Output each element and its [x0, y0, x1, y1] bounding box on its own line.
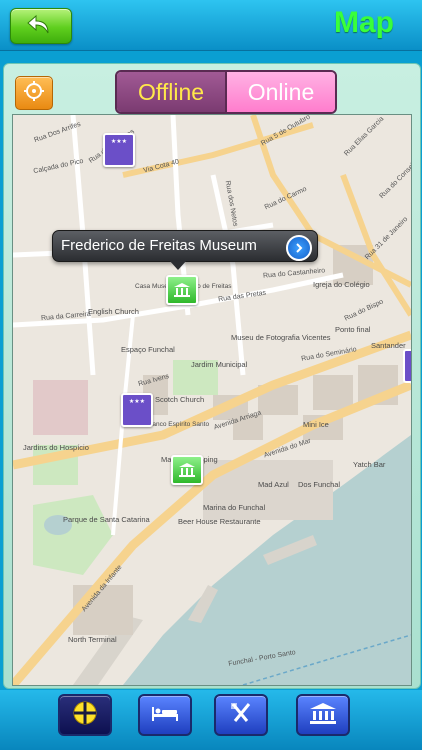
- place-label: Ponto final: [335, 325, 371, 334]
- callout-title: Frederico de Freitas Museum: [61, 237, 257, 254]
- place-label: Mad Azul: [258, 480, 289, 489]
- hotel-marker[interactable]: [403, 349, 411, 383]
- place-label: Museu de Fotografia Vicentes: [231, 333, 331, 342]
- place-label: North Terminal: [68, 635, 117, 644]
- bed-icon: [150, 703, 180, 728]
- callout-tail: [169, 260, 187, 270]
- page-title: Map: [334, 6, 394, 39]
- museum-marker[interactable]: [171, 455, 203, 485]
- place-label: Espaço Funchal: [121, 345, 175, 354]
- offline-tab[interactable]: Offline: [117, 72, 225, 112]
- building-block: [313, 375, 353, 410]
- map-view[interactable]: Rua Dos Arrifes Calçada do Pico Rua dos …: [12, 114, 412, 686]
- place-label: Scotch Church: [155, 395, 205, 404]
- place-label: Yatch Bar: [353, 460, 386, 469]
- compass-button[interactable]: [58, 694, 112, 736]
- restaurant-filter-button[interactable]: [214, 694, 268, 736]
- map-canvas: [13, 115, 411, 685]
- hotel-icon: ★★★: [128, 399, 146, 405]
- place-label: Jardim Municipal: [191, 360, 248, 369]
- place-label: Mini Ice: [303, 420, 329, 429]
- hotel-marker[interactable]: ★★★: [103, 133, 135, 167]
- museum-icon: [178, 462, 196, 478]
- back-arrow-icon: [26, 13, 56, 40]
- place-label: Jardins do Hospício: [23, 443, 89, 452]
- park-santa-catarina: [33, 495, 113, 575]
- museum-icon: [308, 701, 338, 730]
- locate-button[interactable]: [15, 76, 53, 110]
- place-callout[interactable]: Frederico de Freitas Museum: [52, 230, 318, 262]
- building-block: [33, 380, 88, 435]
- hotel-icon: ★★★: [110, 139, 128, 145]
- place-label: Dos Funchal: [298, 480, 341, 489]
- place-label: Beer House Restaurante: [178, 517, 261, 526]
- place-label: Parque de Santa Catarina: [63, 515, 150, 524]
- fork-knife-icon: [229, 701, 253, 730]
- place-label: Santander: [371, 341, 406, 350]
- hotel-marker[interactable]: ★★★: [121, 393, 153, 427]
- target-icon: [23, 80, 45, 107]
- online-tab[interactable]: Online: [225, 72, 335, 112]
- museum-icon: [173, 282, 191, 298]
- back-button[interactable]: [10, 8, 72, 44]
- museum-marker[interactable]: [166, 275, 198, 305]
- place-label: Marina do Funchal: [203, 503, 266, 512]
- hotel-filter-button[interactable]: [138, 694, 192, 736]
- mode-segmented-control: Offline Online: [115, 70, 337, 114]
- place-label: Banco Espírito Santo: [148, 421, 210, 428]
- place-label: Igreja do Colégio: [313, 280, 370, 289]
- info-disclosure-icon[interactable]: [286, 235, 312, 261]
- compass-icon: [72, 700, 98, 731]
- place-label: English Church: [88, 307, 139, 316]
- museum-filter-button[interactable]: [296, 694, 350, 736]
